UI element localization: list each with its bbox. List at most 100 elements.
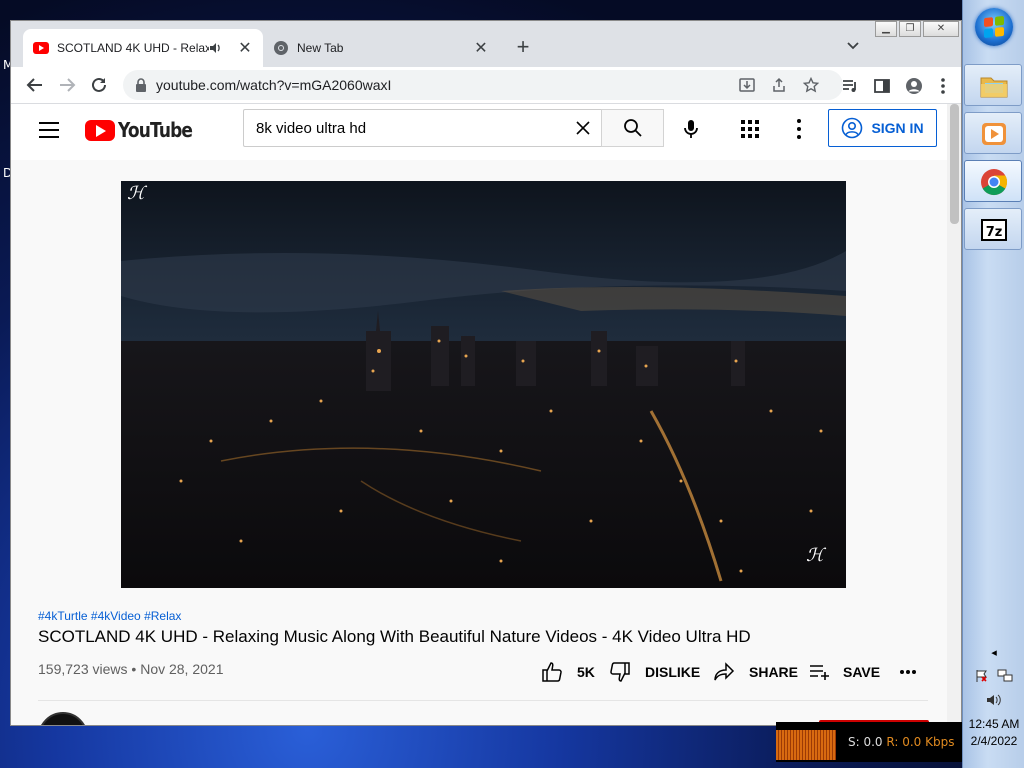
net-send-text: S: 0.0	[848, 735, 883, 749]
share-label: SHARE	[749, 664, 799, 680]
reload-button[interactable]	[87, 73, 111, 97]
channel-watermark-bottom: ℋ	[806, 545, 824, 566]
tab-new-tab[interactable]: New Tab ✕	[263, 29, 499, 67]
channel-watermark-top: ℋ	[127, 183, 145, 204]
share-arrow-icon	[714, 662, 735, 681]
tab-strip: SCOTLAND 4K UHD - Relaxing ✕ New Tab ✕ +…	[11, 21, 961, 67]
dislike-button[interactable]: DISLIKE	[609, 661, 700, 683]
clock-time: 12:45 AM	[968, 717, 1020, 731]
audio-playing-icon[interactable]	[209, 42, 223, 54]
new-tab-button[interactable]: +	[511, 35, 535, 59]
close-tab-icon[interactable]: ✕	[237, 38, 253, 58]
bookmark-star-icon[interactable]	[803, 77, 819, 93]
system-clock[interactable]: 12:45 AM 2/4/2022	[963, 716, 1024, 750]
upload-date: Nov 28, 2021	[140, 661, 224, 677]
side-panel-icon[interactable]	[873, 77, 891, 95]
taskbar-explorer-button[interactable]	[964, 64, 1022, 106]
search-input[interactable]: 8k video ultra hd	[243, 109, 601, 147]
video-title: SCOTLAND 4K UHD - Relaxing Music Along W…	[38, 627, 751, 646]
youtube-apps-icon[interactable]	[741, 120, 759, 138]
share-button[interactable]: SHARE	[713, 661, 798, 683]
youtube-play-icon	[85, 119, 115, 141]
forward-arrow-icon	[60, 78, 76, 92]
dislike-label: DISLIKE	[645, 664, 701, 680]
youtube-page: YouTube 8k video ultra hd SIGN IN ℋ ℋ #4…	[11, 104, 947, 725]
like-button[interactable]: 5K	[541, 661, 595, 683]
video-frame-cityscape	[121, 181, 846, 588]
forward-button[interactable]	[55, 73, 79, 97]
more-actions-button[interactable]	[899, 661, 917, 683]
account-icon	[842, 117, 863, 139]
taskbar-media-player-button[interactable]	[964, 112, 1022, 154]
browser-toolbar: youtube.com/watch?v=mGA2060waxI	[11, 67, 961, 104]
minimize-button[interactable]: ▁	[875, 21, 897, 37]
video-player[interactable]: ℋ ℋ	[121, 181, 846, 588]
thumbs-down-icon	[610, 662, 630, 682]
media-control-icon[interactable]	[841, 77, 859, 95]
thumbs-up-icon	[542, 662, 562, 682]
action-center-flag-icon[interactable]	[975, 669, 989, 683]
sign-in-label: SIGN IN	[871, 120, 924, 136]
tab-search-chevron-icon[interactable]	[845, 37, 861, 53]
volume-icon[interactable]	[986, 693, 1002, 707]
tab-title: New Tab	[297, 41, 344, 55]
net-recv-text: R: 0.0 Kbps	[886, 735, 955, 749]
clear-search-icon[interactable]	[575, 120, 591, 136]
tab-youtube[interactable]: SCOTLAND 4K UHD - Relaxing ✕	[23, 29, 263, 67]
address-bar[interactable]: youtube.com/watch?v=mGA2060waxI	[123, 70, 843, 100]
youtube-logo[interactable]: YouTube	[85, 118, 205, 142]
add-to-playlist-icon	[810, 665, 829, 680]
windows-logo-icon	[984, 15, 1004, 39]
chrome-icon	[981, 169, 1008, 196]
settings-more-icon[interactable]	[797, 119, 801, 139]
taskbar-7zip-button[interactable]: 7z	[964, 208, 1022, 250]
meta-separator: •	[131, 661, 141, 677]
close-tab-icon[interactable]: ✕	[473, 38, 489, 58]
sign-in-button[interactable]: SIGN IN	[828, 109, 937, 147]
view-count: 159,723 views	[38, 661, 128, 677]
youtube-favicon-icon	[33, 42, 49, 54]
search-button[interactable]	[601, 109, 664, 147]
save-button[interactable]: SAVE	[809, 661, 880, 683]
video-hashtags[interactable]: #4kTurtle #4kVideo #Relax	[38, 609, 181, 623]
channel-avatar[interactable]	[38, 712, 88, 725]
network-activity-graph	[776, 730, 836, 760]
like-count: 5K	[577, 664, 595, 680]
video-meta: 159,723 views • Nov 28, 2021	[38, 661, 224, 677]
clock-date: 2/4/2022	[970, 734, 1018, 748]
restore-button[interactable]: ❐	[899, 21, 921, 37]
windows-taskbar: 7z ◂ 12:45 AM 2/4/2022	[962, 0, 1024, 768]
show-hidden-icons-icon[interactable]: ◂	[991, 646, 997, 659]
window-controls: ▁ ❐ ✕	[873, 21, 959, 39]
chrome-favicon-icon	[274, 41, 288, 55]
back-button[interactable]	[23, 73, 47, 97]
share-icon[interactable]	[771, 77, 787, 93]
folder-icon	[980, 77, 1008, 98]
search-query-text: 8k video ultra hd	[256, 120, 367, 137]
scrollbar-thumb[interactable]	[950, 104, 959, 224]
youtube-logo-text: YouTube	[118, 118, 193, 142]
taskbar-chrome-button[interactable]	[964, 160, 1022, 202]
7zip-icon: 7z	[981, 219, 1007, 241]
close-window-button[interactable]: ✕	[923, 21, 959, 37]
voice-search-mic-icon[interactable]	[679, 117, 703, 141]
url-text: youtube.com/watch?v=mGA2060waxI	[156, 77, 392, 93]
svg-text:7z: 7z	[986, 225, 1003, 240]
profile-icon[interactable]	[905, 77, 923, 95]
tab-title: SCOTLAND 4K UHD - Relaxing	[57, 41, 209, 55]
start-button[interactable]	[975, 8, 1013, 46]
page-scrollbar[interactable]	[947, 104, 961, 725]
youtube-header: YouTube 8k video ultra hd SIGN IN	[11, 104, 947, 160]
search-icon	[623, 119, 642, 137]
lock-icon[interactable]	[135, 78, 147, 92]
section-divider	[38, 700, 928, 701]
network-meter-widget: S: 0.0 R: 0.0 Kbps	[776, 722, 962, 762]
menu-hamburger-icon[interactable]	[39, 122, 59, 138]
chrome-menu-icon[interactable]	[939, 77, 947, 95]
save-label: SAVE	[843, 664, 881, 680]
reload-icon	[92, 77, 106, 92]
install-app-icon[interactable]	[739, 77, 755, 93]
chrome-window: SCOTLAND 4K UHD - Relaxing ✕ New Tab ✕ +…	[10, 20, 962, 726]
network-speed-text: S: 0.0 R: 0.0 Kbps	[848, 735, 954, 749]
network-icon[interactable]	[997, 669, 1013, 683]
